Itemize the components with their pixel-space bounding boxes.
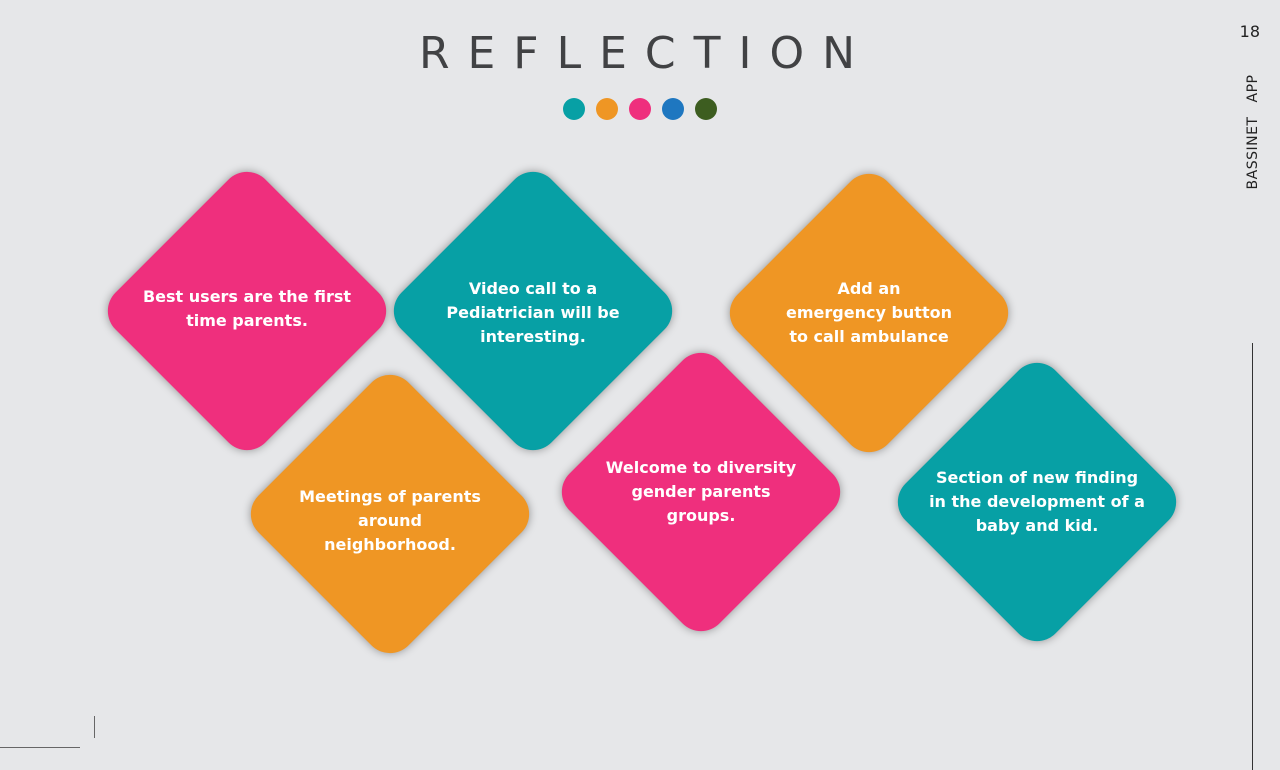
color-dot-row [563,98,717,120]
color-dot [629,98,651,120]
color-dot [662,98,684,120]
right-divider-line [1252,343,1253,770]
page-number: 18 [1239,22,1260,41]
card-text: Meetings of parents around neighborhood. [299,487,481,554]
app-name-label: BASSINET APP [1245,75,1261,190]
app-name-word-1: BASSINET [1245,116,1261,190]
slide-title: REFLECTION [418,28,874,79]
card-text: Best users are the first time parents. [142,287,352,330]
bottom-divider-line [0,747,80,748]
color-dot [596,98,618,120]
reflection-card: Meetings of parents around neighborhood. [240,364,540,664]
color-dot [695,98,717,120]
card-text: Video call to a Pediatrician will be int… [446,279,620,346]
reflection-card: Section of new finding in the developmen… [887,352,1187,652]
bottom-tick-line [94,716,95,738]
reflection-card: Welcome to diversity gender parents grou… [551,342,851,642]
card-text: Welcome to diversity gender parents grou… [605,458,797,525]
color-dot [563,98,585,120]
card-text: Add an emergency button to call ambulanc… [786,279,952,346]
app-name-word-2: APP [1245,74,1261,103]
card-text: Section of new finding in the developmen… [929,468,1145,535]
